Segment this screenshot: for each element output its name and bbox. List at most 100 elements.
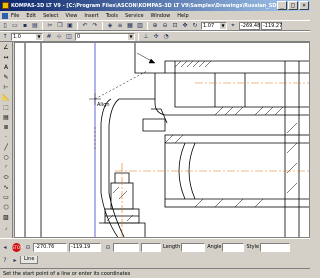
point-y-field[interactable]: -119.19 bbox=[69, 242, 101, 252]
menu-help[interactable]: Help bbox=[177, 13, 188, 19]
toolbar-separator bbox=[138, 32, 139, 41]
window-title: KOMPAS-3D LT V9 - [C:\Program Files\ASCO… bbox=[11, 2, 281, 9]
current-state-toolbar: ↑ 1.0 ▼ # ⊹ ◫ 0 ▼ ⊥ ✣ ◔ bbox=[0, 31, 310, 42]
drawing-canvas[interactable]: Align bbox=[14, 42, 310, 238]
cut-icon[interactable]: ✂ bbox=[46, 22, 54, 30]
minimize-button[interactable]: _ bbox=[277, 1, 287, 10]
point-icon[interactable]: · bbox=[1, 133, 11, 142]
step-combo[interactable]: 1.0 ▼ bbox=[11, 32, 43, 41]
help-icon[interactable]: ? bbox=[1, 256, 9, 264]
open-folder-icon[interactable]: ▭ bbox=[11, 22, 19, 30]
close-button[interactable]: × bbox=[299, 1, 309, 10]
style-label: Style bbox=[246, 244, 260, 250]
specification-icon[interactable]: ▤ bbox=[1, 113, 11, 122]
coord-y-readout: -119.27 bbox=[261, 21, 283, 30]
chevron-down-icon[interactable]: ▼ bbox=[128, 33, 134, 40]
document-icon[interactable] bbox=[2, 12, 8, 19]
new-document-icon[interactable]: ▯ bbox=[1, 22, 9, 30]
fillet-icon[interactable]: ◞ bbox=[1, 223, 11, 232]
zoom-out-icon[interactable]: ⊖ bbox=[161, 22, 169, 30]
title-bar: KOMPAS-3D LT V9 - [C:\Program Files\ASCO… bbox=[0, 0, 310, 11]
symbols-icon[interactable]: A bbox=[1, 63, 11, 72]
menu-view[interactable]: View bbox=[66, 13, 78, 19]
pin-icon[interactable]: ◂ bbox=[1, 243, 9, 251]
compact-toolbar: ∠ ↔ A ✎ ⊢ 📐 ⬚ ▤ ≣ · ╱ ○ ◜ ⬭ ∿ ▭ ⬡ ▨ ◞ bbox=[0, 42, 13, 238]
menu-file[interactable]: File bbox=[11, 13, 19, 19]
rectangle-icon[interactable]: ▭ bbox=[1, 193, 11, 202]
standard-toolbar: ▯ ▭ ▪ ▤ ✂ ❐ ▣ ↶ ↷ ◈ ≡ ▦ ▥ ⊕ ⊖ ⊡ ✥ ↻ 1.07… bbox=[0, 20, 310, 31]
redo-icon[interactable]: ↷ bbox=[91, 22, 99, 30]
stop-icon[interactable]: STOP bbox=[12, 242, 23, 252]
toolbar-separator bbox=[42, 21, 43, 30]
reports-icon[interactable]: ≣ bbox=[1, 123, 11, 132]
local-cs-icon[interactable]: ⊹ bbox=[55, 33, 63, 41]
refresh-icon[interactable]: ↻ bbox=[191, 22, 199, 30]
step-value: 1.0 bbox=[13, 33, 21, 40]
undo-icon[interactable]: ↶ bbox=[81, 22, 89, 30]
circle-icon[interactable]: ○ bbox=[1, 153, 11, 162]
length-label: Length bbox=[163, 244, 181, 250]
arc-icon[interactable]: ◜ bbox=[1, 163, 11, 172]
menu-window[interactable]: Window bbox=[151, 13, 171, 19]
ortho-icon[interactable]: ⊥ bbox=[142, 33, 150, 41]
coord-x-readout: -269.48 bbox=[239, 21, 261, 30]
status-bar: Set the start point of a line or enter i… bbox=[0, 268, 310, 278]
save-icon[interactable]: ▪ bbox=[21, 22, 29, 30]
line-icon[interactable]: ╱ bbox=[1, 143, 11, 152]
zoom-window-icon[interactable]: ⊡ bbox=[171, 22, 179, 30]
angle-field[interactable] bbox=[222, 242, 245, 252]
layer-combo[interactable]: 0 ▼ bbox=[75, 32, 135, 41]
maximize-button[interactable]: □ bbox=[288, 1, 298, 10]
ellipse-icon[interactable]: ⬭ bbox=[1, 173, 11, 182]
grid-icon[interactable]: # bbox=[45, 33, 53, 41]
toolbar-separator bbox=[147, 21, 148, 30]
angle-label: Angle bbox=[207, 244, 222, 250]
snaps-icon[interactable]: ✣ bbox=[152, 33, 160, 41]
library-icon[interactable]: ▥ bbox=[136, 22, 144, 30]
length-field[interactable] bbox=[181, 242, 206, 252]
point2-y-field[interactable] bbox=[141, 242, 161, 252]
point2-marker-icon[interactable]: ⊙ bbox=[104, 243, 112, 251]
property-bar: ◂ STOP ⊙ -270.76 -119.19 ⊙ Length Angle … bbox=[0, 238, 310, 268]
menu-insert[interactable]: Insert bbox=[84, 13, 98, 19]
arrow-up-icon[interactable]: ↑ bbox=[1, 33, 9, 41]
zoom-combo[interactable]: 1.07 ▼ bbox=[201, 21, 227, 30]
zoom-in-icon[interactable]: ⊕ bbox=[151, 22, 159, 30]
point2-field[interactable] bbox=[113, 242, 139, 252]
menu-tools[interactable]: Tools bbox=[106, 13, 118, 19]
polygon-icon[interactable]: ⬡ bbox=[1, 203, 11, 212]
measure-icon[interactable]: 📐 bbox=[1, 93, 11, 102]
round-off-icon[interactable]: ◔ bbox=[162, 33, 170, 41]
chevron-down-icon[interactable]: ▼ bbox=[220, 22, 226, 29]
layer-value: 0 bbox=[77, 33, 81, 40]
copy-icon[interactable]: ❐ bbox=[56, 22, 64, 30]
toolbar-separator bbox=[102, 21, 103, 30]
app-icon bbox=[2, 2, 9, 9]
geometry-icon[interactable]: ∠ bbox=[1, 43, 11, 52]
edit-icon[interactable]: ✎ bbox=[1, 73, 11, 82]
select-icon[interactable]: ⬚ bbox=[1, 103, 11, 112]
layer-icon[interactable]: ◫ bbox=[65, 33, 73, 41]
spline-icon[interactable]: ∿ bbox=[1, 183, 11, 192]
drawing-view: Align bbox=[24, 43, 309, 237]
snap-icon[interactable]: ⌖ bbox=[229, 22, 237, 30]
properties-icon[interactable]: ◈ bbox=[106, 22, 114, 30]
chevron-down-icon[interactable]: ▼ bbox=[36, 33, 42, 40]
hatch-icon[interactable]: ▨ bbox=[1, 213, 11, 222]
tab-line[interactable]: Line bbox=[20, 256, 39, 264]
zoom-value: 1.07 bbox=[203, 22, 215, 29]
variables-icon[interactable]: ≡ bbox=[116, 22, 124, 30]
menu-service[interactable]: Service bbox=[125, 13, 143, 19]
manager-icon[interactable]: ▦ bbox=[126, 22, 134, 30]
paste-icon[interactable]: ▣ bbox=[66, 22, 74, 30]
style-combo[interactable] bbox=[260, 242, 291, 252]
parametrization-icon[interactable]: ⊢ bbox=[1, 83, 11, 92]
expand-icon[interactable]: ▸ bbox=[11, 256, 19, 264]
menu-edit[interactable]: Edit bbox=[26, 13, 36, 19]
point-x-field[interactable]: -270.76 bbox=[33, 242, 67, 252]
print-icon[interactable]: ▤ bbox=[31, 22, 39, 30]
menu-select[interactable]: Select bbox=[43, 13, 58, 19]
pan-icon[interactable]: ✥ bbox=[181, 22, 189, 30]
point-marker-icon[interactable]: ⊙ bbox=[24, 243, 32, 251]
dimensions-icon[interactable]: ↔ bbox=[1, 53, 11, 62]
